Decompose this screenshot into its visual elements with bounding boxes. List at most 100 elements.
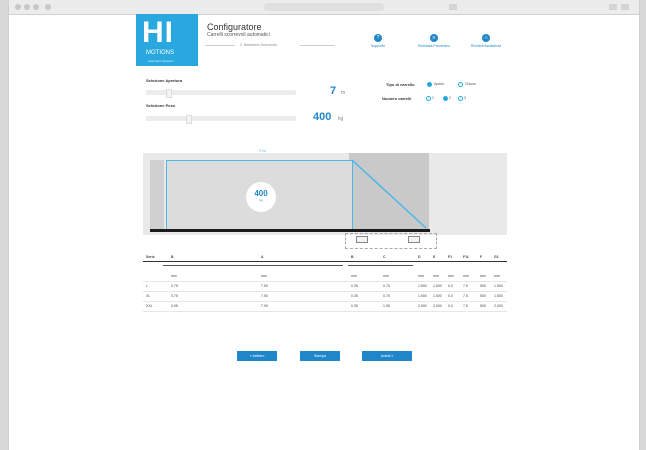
type-closed-radio[interactable] (458, 82, 463, 87)
col-g1: G1 (494, 255, 499, 259)
cell: 1.500 (418, 284, 427, 288)
cell: 0.95 (171, 304, 178, 308)
trolley-left (356, 236, 368, 243)
quote-request-button[interactable]: ≡ Richiesta Preventivo (414, 34, 454, 48)
unit-g1: mm (494, 274, 500, 278)
cell: XL (146, 294, 151, 298)
col-f1l: F1L (463, 255, 470, 259)
opening-value: 7 (330, 85, 337, 97)
cell: 1.500 (494, 284, 503, 288)
back-button[interactable]: « Indietro (237, 351, 277, 361)
cell: 2.000 (433, 304, 442, 308)
count-3-label: 3 (464, 96, 466, 100)
type-closed-label: Chiuso (465, 82, 476, 86)
trolley-right (408, 236, 420, 243)
unit-f1l: mm (463, 274, 469, 278)
hi-motions-logo[interactable]: HI MOTIONS Automatic Systems (136, 14, 198, 66)
cell: 1.500 (433, 284, 442, 288)
unit-a: mm (261, 274, 267, 278)
col-b2: B (351, 255, 354, 259)
gate-diagonal (351, 159, 427, 229)
cell: 500 (480, 294, 486, 298)
cell: 7.5 (463, 304, 468, 308)
cell: 7.5 (463, 284, 468, 288)
address-bar[interactable] (264, 3, 384, 11)
count-3-radio[interactable] (458, 96, 463, 101)
cell: 0.75 (171, 284, 178, 288)
dimension-line-b (163, 265, 253, 266)
cell: 0.35 (351, 284, 358, 288)
unit-f: mm (480, 274, 486, 278)
table-header: Serie B A B C D E F1 F1L F G1 (143, 253, 507, 262)
weight-badge-value: 400 (254, 189, 268, 198)
maximize-window-icon[interactable] (33, 4, 39, 10)
logo-brand: MOTIONS (146, 50, 174, 56)
cell: 0.0 (448, 304, 453, 308)
unit-d: mm (418, 274, 424, 278)
weight-label: Selezione Peso (146, 103, 176, 108)
cell: 0.35 (351, 304, 358, 308)
count-1-radio[interactable] (426, 96, 431, 101)
weight-value: 400 (313, 111, 332, 123)
cell: 500 (480, 304, 486, 308)
step-current: 2. Selezione Scorrevole (240, 43, 277, 47)
cell: 500 (480, 284, 486, 288)
back-nav-icon[interactable] (45, 4, 51, 10)
logo-mark: HI (142, 16, 174, 49)
col-a: A (261, 255, 264, 259)
weight-badge-unit: kg (259, 198, 263, 202)
table-row: L 0.75 7.50 0.35 0.75 1.500 1.500 0.0 7.… (143, 282, 507, 292)
trolley-count-label: Numero carrelli (382, 96, 412, 101)
tabs-icon[interactable] (609, 4, 617, 10)
quote-label: Richiesta Preventivo (418, 44, 450, 48)
cell: XXL (146, 304, 153, 308)
support-button[interactable]: ? Supporto (358, 34, 398, 48)
cell: 0.0 (448, 294, 453, 298)
cell: 0.75 (383, 284, 390, 288)
opening-slider-handle[interactable] (166, 89, 172, 98)
cell: 7.50 (261, 284, 268, 288)
col-d: D (418, 255, 421, 259)
type-open-radio[interactable] (427, 82, 432, 87)
weight-slider[interactable] (146, 115, 296, 124)
assistance-button[interactable]: ∩ Richiedi Assistenza (466, 34, 506, 48)
cell: 7.90 (261, 304, 268, 308)
cell: 0.75 (383, 294, 390, 298)
extensions-icon[interactable] (621, 4, 629, 10)
col-b: B (171, 255, 174, 259)
count-1-label: 1 (432, 96, 434, 100)
question-icon: ? (374, 34, 382, 42)
unit-b2: mm (351, 274, 357, 278)
step-divider (300, 45, 335, 46)
assistance-label: Richiedi Assistenza (470, 44, 502, 48)
cell: 1.500 (418, 294, 427, 298)
next-button[interactable]: Avanti » (362, 351, 412, 361)
headset-icon: ∩ (482, 34, 490, 42)
weight-slider-handle[interactable] (186, 115, 192, 124)
cell: 7.50 (261, 294, 268, 298)
count-2-radio[interactable] (443, 96, 448, 101)
cell: 1.500 (494, 294, 503, 298)
col-f: F (480, 255, 483, 259)
weight-unit: kg (338, 116, 344, 122)
cell: 7.5 (463, 294, 468, 298)
support-label: Supporto (370, 44, 386, 48)
logo-tagline: Automatic Systems (148, 59, 174, 63)
opening-slider[interactable] (146, 89, 296, 98)
print-button[interactable]: Stampa (300, 351, 340, 361)
dimension-line-c (348, 265, 413, 266)
unit-c: mm (383, 274, 389, 278)
opening-unit: m (341, 90, 346, 96)
step-indicator: 2. Selezione Scorrevole (205, 43, 335, 49)
col-f1: F1 (448, 255, 453, 259)
gate-left-post (150, 160, 164, 230)
share-icon[interactable] (449, 4, 457, 10)
units-row: mm mm mm mm mm mm mm mm mm mm (143, 272, 507, 282)
cell: L (146, 284, 148, 288)
col-e: E (433, 255, 436, 259)
page-subtitle: Carrelli scorrevoli automatici (207, 32, 270, 38)
step-divider (205, 45, 235, 46)
unit-f1: mm (448, 274, 454, 278)
minimize-window-icon[interactable] (24, 4, 30, 10)
close-window-icon[interactable] (15, 4, 21, 10)
